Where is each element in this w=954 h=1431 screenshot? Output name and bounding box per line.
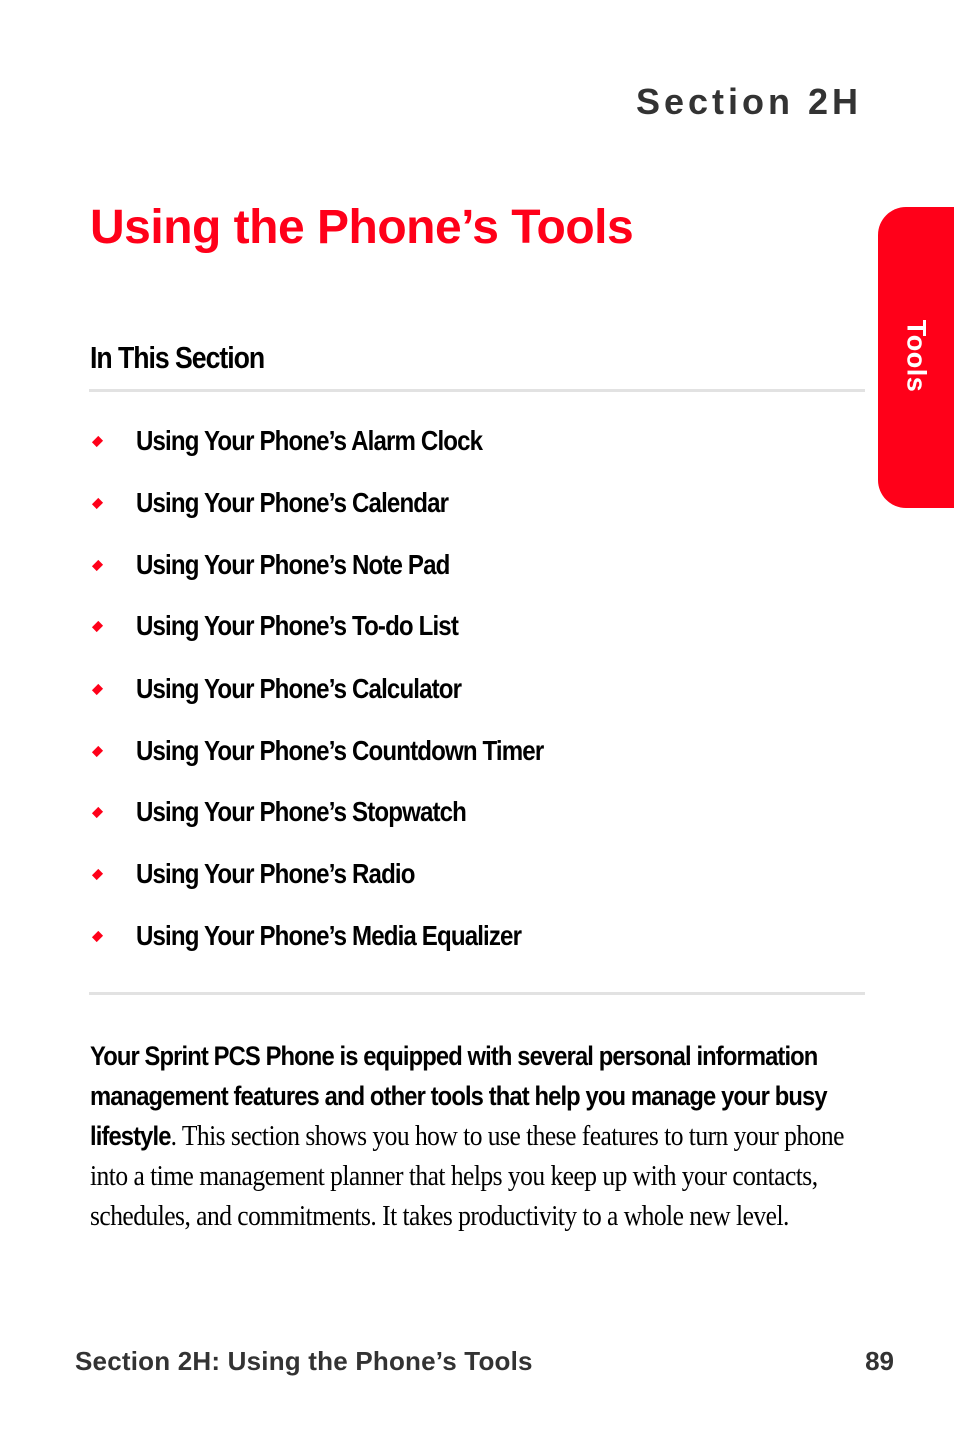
diamond-bullet-icon bbox=[91, 435, 104, 448]
diamond-bullet-icon bbox=[91, 620, 104, 633]
toc-item: Using Your Phone’s Calculator bbox=[90, 669, 790, 709]
toc-item: Using Your Phone’s Radio bbox=[90, 854, 790, 894]
toc-item-label: Using Your Phone’s Media Equalizer bbox=[136, 920, 522, 951]
top-divider bbox=[89, 389, 865, 392]
toc-item-label: Using Your Phone’s Alarm Clock bbox=[136, 425, 483, 456]
diamond-bullet-icon bbox=[91, 497, 104, 510]
footer-section-title: Section 2H: Using the Phone’s Tools bbox=[75, 1346, 533, 1376]
page-number: 89 bbox=[865, 1346, 894, 1376]
toc-item-label: Using Your Phone’s To-do List bbox=[136, 610, 459, 641]
toc-item: Using Your Phone’s To-do List bbox=[90, 606, 790, 646]
bottom-divider bbox=[89, 992, 865, 995]
in-this-section-heading: In This Section bbox=[90, 340, 265, 375]
diamond-bullet-icon bbox=[91, 559, 104, 572]
toc-item: Using Your Phone’s Media Equalizer bbox=[90, 916, 790, 956]
toc-item-label: Using Your Phone’s Stopwatch bbox=[136, 796, 467, 827]
diamond-bullet-icon bbox=[91, 683, 104, 696]
toc-item: Using Your Phone’s Note Pad bbox=[90, 545, 790, 585]
page-title: Using the Phone’s Tools bbox=[90, 201, 634, 254]
intro-body: . This section shows you how to use thes… bbox=[90, 1120, 844, 1232]
toc-item-label: Using Your Phone’s Note Pad bbox=[136, 549, 450, 580]
toc-item: Using Your Phone’s Countdown Timer bbox=[90, 731, 790, 771]
toc-item-label: Using Your Phone’s Calculator bbox=[136, 673, 462, 704]
toc-item-label: Using Your Phone’s Radio bbox=[136, 858, 415, 889]
section-label: Section 2H bbox=[635, 81, 862, 122]
toc-item: Using Your Phone’s Alarm Clock bbox=[90, 421, 790, 461]
side-tab-label: Tools bbox=[901, 319, 932, 393]
intro-paragraph: Your Sprint PCS Phone is equipped with s… bbox=[90, 1036, 864, 1236]
diamond-bullet-icon bbox=[91, 745, 104, 758]
toc-item-label: Using Your Phone’s Calendar bbox=[136, 487, 449, 518]
diamond-bullet-icon bbox=[91, 868, 104, 881]
diamond-bullet-icon bbox=[91, 930, 104, 943]
toc-item: Using Your Phone’s Stopwatch bbox=[90, 792, 790, 832]
toc-item-label: Using Your Phone’s Countdown Timer bbox=[136, 735, 544, 766]
toc-item: Using Your Phone’s Calendar bbox=[90, 483, 790, 523]
diamond-bullet-icon bbox=[91, 806, 104, 819]
